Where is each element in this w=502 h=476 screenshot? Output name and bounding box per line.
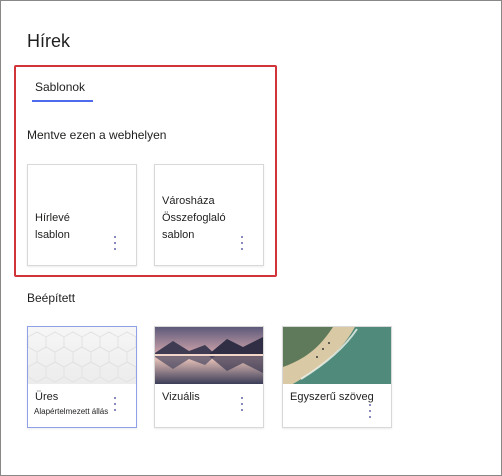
- page-title: Hírek: [27, 31, 71, 51]
- more-vertical-icon[interactable]: [237, 397, 247, 411]
- tab-active-indicator: [32, 100, 93, 102]
- more-vertical-icon[interactable]: [110, 236, 120, 250]
- tab-templates[interactable]: Sablonok: [35, 80, 85, 94]
- more-vertical-icon[interactable]: [110, 397, 120, 411]
- saved-template-card-newsletter[interactable]: Hírlevé lsablon: [27, 164, 137, 266]
- card-title: Egyszerű szöveg: [290, 391, 374, 403]
- card-title-line: Hírlevé: [35, 212, 70, 224]
- card-title: Üres: [35, 391, 59, 403]
- builtin-section-label: Beépített: [27, 291, 76, 305]
- more-vertical-icon[interactable]: [237, 236, 247, 250]
- card-title-line: lsablon: [35, 229, 70, 241]
- news-template-panel: Hírek Sablonok Mentve ezen a webhelyen H…: [0, 0, 502, 476]
- card-subtitle: Alapértelmezett állás: [34, 407, 109, 416]
- builtin-template-card-blank[interactable]: Üres Alapértelmezett állás: [27, 326, 137, 428]
- aerial-beach-thumbnail: [283, 327, 391, 384]
- hexagon-pattern-thumbnail: [28, 327, 136, 384]
- card-title-line: sablon: [162, 229, 195, 241]
- builtin-template-card-simple-text[interactable]: Egyszerű szöveg: [282, 326, 392, 428]
- card-title-line: Városháza: [162, 195, 215, 207]
- card-title: Vizuális: [162, 391, 200, 403]
- saved-template-card-city-hall[interactable]: Városháza Összefoglaló sablon: [154, 164, 264, 266]
- mountain-lake-thumbnail: [155, 327, 263, 384]
- card-title-line: Összefoglaló: [162, 212, 226, 224]
- saved-section-label: Mentve ezen a webhelyen: [27, 128, 167, 142]
- builtin-template-card-visual[interactable]: Vizuális: [154, 326, 264, 428]
- more-vertical-icon[interactable]: [365, 404, 375, 418]
